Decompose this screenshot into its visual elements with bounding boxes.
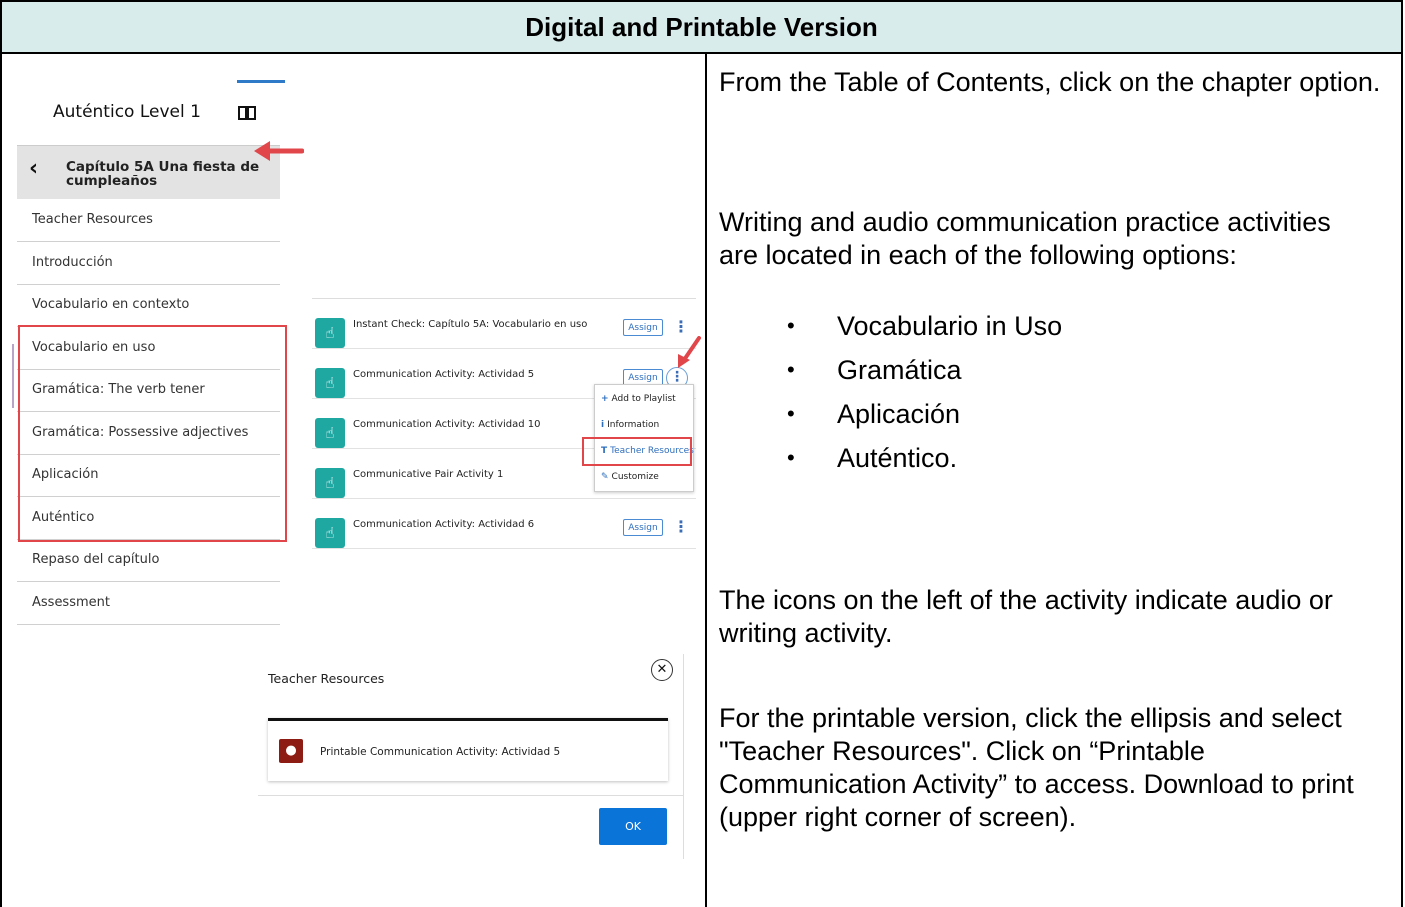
menu-information[interactable]: i Information (601, 418, 659, 432)
activity-title[interactable]: Communication Activity: Actividad 6 (353, 519, 534, 530)
plus-icon: + (601, 394, 609, 404)
toc-item-introduccion[interactable]: Introducción (17, 242, 280, 285)
ok-button[interactable]: OK (599, 808, 667, 845)
touch-activity-icon: ☝ (315, 368, 345, 398)
activity-title[interactable]: Communicative Pair Activity 1 (353, 469, 503, 480)
highlight-box-teacher-resources (582, 437, 692, 466)
table-header: Digital and Printable Version (0, 0, 1403, 54)
instruction-step-1: From the Table of Contents, click on the… (719, 67, 1381, 97)
divider (258, 795, 684, 796)
toc-item-teacher-resources[interactable]: Teacher Resources (17, 199, 280, 242)
option-item: Vocabulario in Uso (787, 304, 1062, 348)
option-item: Auténtico. (787, 436, 1062, 480)
chapter-title: Capítulo 5A Una fiesta de cumpleaños (66, 159, 260, 189)
course-title: Auténtico Level 1 (53, 102, 201, 122)
dialog-title: Teacher Resources (268, 671, 385, 686)
activity-row[interactable]: ☝ Instant Check: Capítulo 5A: Vocabulari… (312, 299, 696, 349)
resource-title[interactable]: Printable Communication Activity: Activi… (320, 746, 560, 758)
toc-item-vocabulario-contexto[interactable]: Vocabulario en contexto (17, 284, 280, 327)
instruction-step-3: The icons on the left of the activity in… (719, 585, 1333, 648)
assign-button[interactable]: Assign (623, 319, 663, 336)
activity-title[interactable]: Instant Check: Capítulo 5A: Vocabulario … (353, 319, 587, 330)
ellipsis-menu-icon[interactable]: ⋮ (673, 517, 689, 537)
red-arrow-icon (678, 336, 701, 368)
toc-item-repaso[interactable]: Repaso del capítulo (17, 539, 280, 582)
resource-item[interactable]: ● Printable Communication Activity: Acti… (268, 718, 668, 781)
instruction-table: Digital and Printable Version From the T… (0, 0, 1405, 907)
toc-item-assessment[interactable]: Assessment (17, 582, 280, 625)
header-title: Digital and Printable Version (525, 11, 878, 42)
active-tab-indicator (237, 80, 285, 83)
activity-title[interactable]: Communication Activity: Actividad 5 (353, 369, 534, 380)
back-chevron-icon[interactable]: ‹ (29, 156, 38, 181)
edit-icon: ✎ (601, 472, 609, 482)
options-list: Vocabulario in Uso Gramática Aplicación … (787, 304, 1062, 480)
touch-activity-icon: ☝ (315, 518, 345, 548)
option-item: Aplicación (787, 392, 1062, 436)
close-icon[interactable]: ✕ (651, 659, 673, 681)
selection-marker (12, 344, 14, 408)
touch-activity-icon: ☝ (315, 418, 345, 448)
book-icon[interactable] (237, 104, 257, 122)
touch-activity-icon: ☝ (315, 318, 345, 348)
option-item: Gramática (787, 348, 1062, 392)
instruction-step-4: For the printable version, click the ell… (719, 703, 1354, 832)
assign-button[interactable]: Assign (623, 519, 663, 536)
info-icon: i (601, 420, 605, 430)
ellipsis-menu-icon[interactable]: ⋮ (673, 317, 689, 337)
activity-row[interactable]: ☝ Communication Activity: Actividad 6 As… (312, 499, 696, 549)
teacher-resources-dialog: Teacher Resources ✕ ● Printable Communic… (258, 654, 684, 859)
red-arrow-icon (254, 141, 304, 161)
activity-list: ☝ Instant Check: Capítulo 5A: Vocabulari… (312, 298, 696, 558)
touch-activity-icon: ☝ (315, 468, 345, 498)
menu-customize[interactable]: ✎ Customize (601, 470, 659, 484)
menu-add-to-playlist[interactable]: + Add to Playlist (601, 392, 676, 406)
apple-icon: ● (279, 739, 303, 763)
instructions-cell: From the Table of Contents, click on the… (705, 52, 1403, 907)
activity-title[interactable]: Communication Activity: Actividad 10 (353, 419, 541, 430)
chapter-header[interactable]: ‹ Capítulo 5A Una fiesta de cumpleaños (17, 145, 280, 199)
instruction-step-2: Writing and audio communication practice… (719, 207, 1331, 270)
highlight-box-options (18, 325, 287, 542)
